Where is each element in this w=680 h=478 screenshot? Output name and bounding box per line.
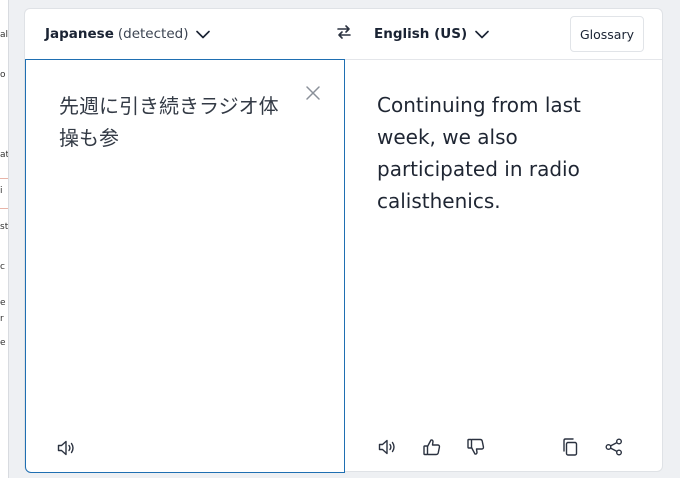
thumbs-up-icon: [422, 437, 442, 457]
thumbs-down-button[interactable]: [464, 435, 488, 459]
clear-source-button[interactable]: [304, 84, 322, 102]
speaker-icon: [56, 438, 76, 458]
translation-output-text: Continuing from last week, we also parti…: [377, 93, 581, 213]
target-listen-button[interactable]: [375, 435, 399, 459]
translation-output-pane: Continuing from last week, we also parti…: [345, 59, 664, 473]
source-listen-button[interactable]: [54, 436, 78, 460]
background-text-fragment: al: [0, 30, 9, 40]
background-app-edge: al o at i st c e r e: [0, 0, 9, 478]
glossary-button[interactable]: Glossary: [569, 16, 644, 52]
source-language-selector[interactable]: Japanese (detected): [45, 9, 211, 59]
source-language-name: Japanese: [45, 26, 114, 42]
swap-arrows-icon: [336, 24, 352, 45]
target-language-selector[interactable]: English (US): [374, 9, 489, 59]
background-divider: [0, 178, 8, 179]
translator-header: Japanese (detected) English (US) Glossar…: [25, 9, 662, 60]
source-text-pane[interactable]: 先週に引き続きラジオ体操も参: [25, 59, 345, 473]
detected-label: (detected): [117, 26, 189, 42]
thumbs-up-button[interactable]: [420, 435, 444, 459]
chevron-down-icon: [475, 30, 489, 39]
source-text-input[interactable]: 先週に引き続きラジオ体操も参: [59, 90, 289, 154]
background-text-fragment: e: [0, 298, 6, 308]
background-text-fragment: i: [0, 186, 3, 196]
background-text-fragment: st: [0, 222, 9, 232]
speaker-icon: [377, 437, 397, 457]
background-text-fragment: at: [0, 150, 9, 160]
copy-translation-button[interactable]: [558, 435, 582, 459]
background-text-fragment: r: [0, 314, 4, 324]
close-icon: [304, 86, 322, 106]
swap-languages-button[interactable]: [334, 24, 354, 44]
share-icon: [604, 437, 624, 457]
thumbs-down-icon: [466, 437, 486, 457]
background-divider: [0, 208, 8, 209]
share-translation-button[interactable]: [602, 435, 626, 459]
copy-icon: [560, 437, 580, 457]
translator-panel: Japanese (detected) English (US) Glossar…: [24, 8, 664, 473]
chevron-down-icon: [196, 30, 211, 39]
background-text-fragment: o: [0, 70, 6, 80]
target-language-name: English (US): [374, 26, 468, 42]
background-text-fragment: c: [0, 262, 5, 272]
background-text-fragment: e: [0, 338, 6, 348]
